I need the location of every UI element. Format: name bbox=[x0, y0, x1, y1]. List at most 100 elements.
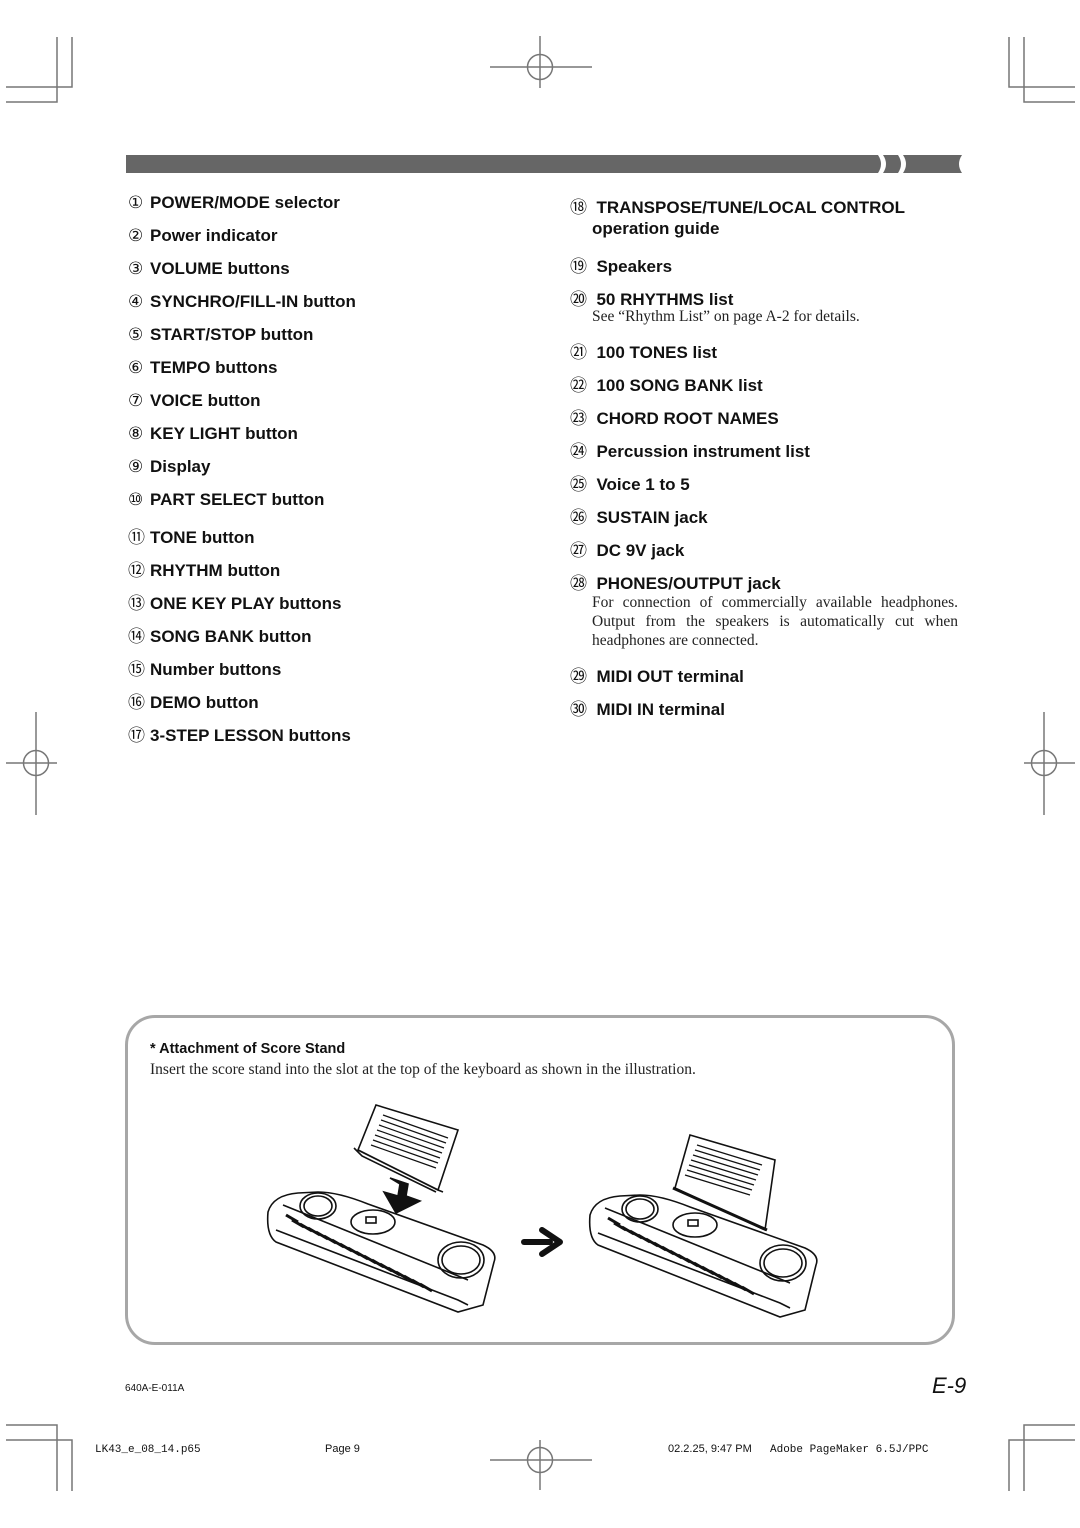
part-item-4: ④ SYNCHRO/FILL-IN button bbox=[128, 292, 356, 312]
part-item-28: ㉘ PHONES/OUTPUT jack bbox=[570, 569, 781, 594]
item-number: ㉘ bbox=[570, 574, 587, 594]
keyboard-icon bbox=[266, 1191, 496, 1313]
part-item-1: ① POWER/MODE selector bbox=[128, 193, 340, 213]
item-label: DEMO button bbox=[150, 693, 259, 712]
part-item-28-description: For connection of commercially available… bbox=[592, 594, 958, 649]
item-number: ㉚ bbox=[570, 700, 587, 720]
item-label: Percussion instrument list bbox=[596, 442, 810, 461]
score-stand-title: * Attachment of Score Stand bbox=[150, 1041, 346, 1057]
part-item-13: ⑬ ONE KEY PLAY buttons bbox=[128, 589, 341, 614]
item-label: 50 RHYTHMS list bbox=[596, 290, 734, 309]
part-item-3: ③ VOLUME buttons bbox=[128, 259, 290, 279]
item-label: VOLUME buttons bbox=[150, 259, 290, 278]
part-item-21: ㉑ 100 TONES list bbox=[570, 338, 717, 363]
item-number: ㉙ bbox=[570, 667, 587, 687]
item-label: SONG BANK button bbox=[150, 627, 312, 646]
part-item-12: ⑫ RHYTHM button bbox=[128, 556, 280, 581]
part-item-9: ⑨ Display bbox=[128, 457, 210, 477]
item-number: ⑲ bbox=[570, 257, 587, 277]
item-number: ⑬ bbox=[128, 594, 145, 614]
registration-mark-left bbox=[6, 712, 57, 815]
part-item-8: ⑧ KEY LIGHT button bbox=[128, 424, 298, 444]
item-number: ⑰ bbox=[128, 726, 145, 746]
item-number: ⑮ bbox=[128, 660, 145, 680]
item-number: ⑯ bbox=[128, 693, 145, 713]
slug-page: Page 9 bbox=[325, 1443, 360, 1455]
item-number: ④ bbox=[128, 292, 144, 312]
part-item-15: ⑮ Number buttons bbox=[128, 655, 281, 680]
part-item-18: ⑱ TRANSPOSE/TUNE/LOCAL CONTROL bbox=[570, 193, 905, 218]
item-label: TONE button bbox=[150, 528, 255, 547]
slug-application: Adobe PageMaker 6.5J/PPC bbox=[770, 1444, 929, 1456]
item-number: ③ bbox=[128, 259, 144, 279]
item-label: SYNCHRO/FILL-IN button bbox=[150, 292, 356, 311]
item-label: Speakers bbox=[596, 257, 673, 276]
part-item-24: ㉔ Percussion instrument list bbox=[570, 437, 810, 462]
keyboard-stand-inserting-illustration bbox=[266, 1104, 496, 1313]
down-arrow-icon bbox=[382, 1177, 423, 1215]
part-item-20: ⑳ 50 RHYTHMS list bbox=[570, 285, 733, 310]
item-label: TEMPO buttons bbox=[150, 358, 278, 377]
item-label: KEY LIGHT button bbox=[150, 424, 298, 443]
page-number: E-9 bbox=[932, 1373, 967, 1398]
item-label: Power indicator bbox=[150, 226, 278, 245]
item-label: ONE KEY PLAY buttons bbox=[150, 594, 342, 613]
item-label: POWER/MODE selector bbox=[150, 193, 340, 212]
crop-mark-top-right bbox=[1008, 37, 1075, 103]
part-item-29: ㉙ MIDI OUT terminal bbox=[570, 662, 744, 687]
part-item-19: ⑲ Speakers bbox=[570, 252, 672, 277]
keyboard-stand-attached-illustration bbox=[588, 1134, 818, 1318]
item-number: ⑧ bbox=[128, 424, 144, 444]
item-label: CHORD ROOT NAMES bbox=[596, 409, 779, 428]
item-label: START/STOP button bbox=[150, 325, 314, 344]
item-number: ㉕ bbox=[570, 475, 587, 495]
item-label: Display bbox=[150, 457, 211, 476]
item-number: ㉔ bbox=[570, 442, 587, 462]
item-number: ⑨ bbox=[128, 457, 144, 477]
part-item-14: ⑭ SONG BANK button bbox=[128, 622, 311, 647]
part-item-10: ⑩ PART SELECT button bbox=[128, 490, 324, 510]
item-number: ⑩ bbox=[128, 490, 144, 510]
score-stand-icon bbox=[353, 1104, 460, 1193]
item-label: Voice 1 to 5 bbox=[596, 475, 690, 494]
item-label: Number buttons bbox=[150, 660, 282, 679]
section-header-bar bbox=[126, 155, 962, 173]
parts-list-left: ① POWER/MODE selector ② Power indicator ③ VOL… bbox=[128, 193, 528, 753]
item-number: ⑦ bbox=[128, 391, 144, 411]
registration-mark-right bbox=[1024, 712, 1075, 815]
item-label: VOICE button bbox=[150, 391, 261, 410]
item-number: ㉖ bbox=[570, 508, 587, 528]
registration-mark-top bbox=[490, 36, 592, 88]
crop-mark-bottom-left bbox=[6, 1424, 73, 1491]
part-item-11: ⑪ TONE button bbox=[128, 523, 255, 548]
item-number: ㉓ bbox=[570, 409, 587, 429]
item-label: 100 SONG BANK list bbox=[596, 376, 763, 395]
part-item-7: ⑦ VOICE button bbox=[128, 391, 260, 411]
item-number: ⑪ bbox=[128, 528, 145, 548]
item-label: 3-STEP LESSON buttons bbox=[150, 726, 351, 745]
score-stand-text: Insert the score stand into the slot at … bbox=[150, 1061, 696, 1078]
crop-mark-bottom-right bbox=[1008, 1424, 1075, 1491]
item-label: MIDI OUT terminal bbox=[596, 667, 744, 686]
item-number: ⑭ bbox=[128, 627, 145, 647]
item-label: MIDI IN terminal bbox=[596, 700, 725, 719]
part-item-16: ⑯ DEMO button bbox=[128, 688, 259, 713]
part-item-5: ⑤ START/STOP button bbox=[128, 325, 313, 345]
item-label: TRANSPOSE/TUNE/LOCAL CONTROL bbox=[596, 198, 905, 217]
item-number: ㉑ bbox=[570, 343, 587, 363]
right-arrow-icon bbox=[521, 1227, 563, 1257]
slug-date: 02.2.25, 9:47 PM bbox=[668, 1443, 752, 1455]
item-number: ⑱ bbox=[570, 198, 587, 218]
item-label: PART SELECT button bbox=[150, 490, 325, 509]
part-item-22: ㉒ 100 SONG BANK list bbox=[570, 371, 763, 396]
part-item-2: ② Power indicator bbox=[128, 226, 278, 246]
item-label: 100 TONES list bbox=[596, 343, 718, 362]
item-number: ⑫ bbox=[128, 561, 145, 581]
part-item-17: ⑰ 3-STEP LESSON buttons bbox=[128, 721, 351, 746]
item-label: PHONES/OUTPUT jack bbox=[596, 574, 781, 593]
part-item-30: ㉚ MIDI IN terminal bbox=[570, 695, 725, 720]
part-item-23: ㉓ CHORD ROOT NAMES bbox=[570, 404, 779, 429]
part-item-26: ㉖ SUSTAIN jack bbox=[570, 503, 708, 528]
item-label: SUSTAIN jack bbox=[596, 508, 708, 527]
item-label: DC 9V jack bbox=[596, 541, 685, 560]
